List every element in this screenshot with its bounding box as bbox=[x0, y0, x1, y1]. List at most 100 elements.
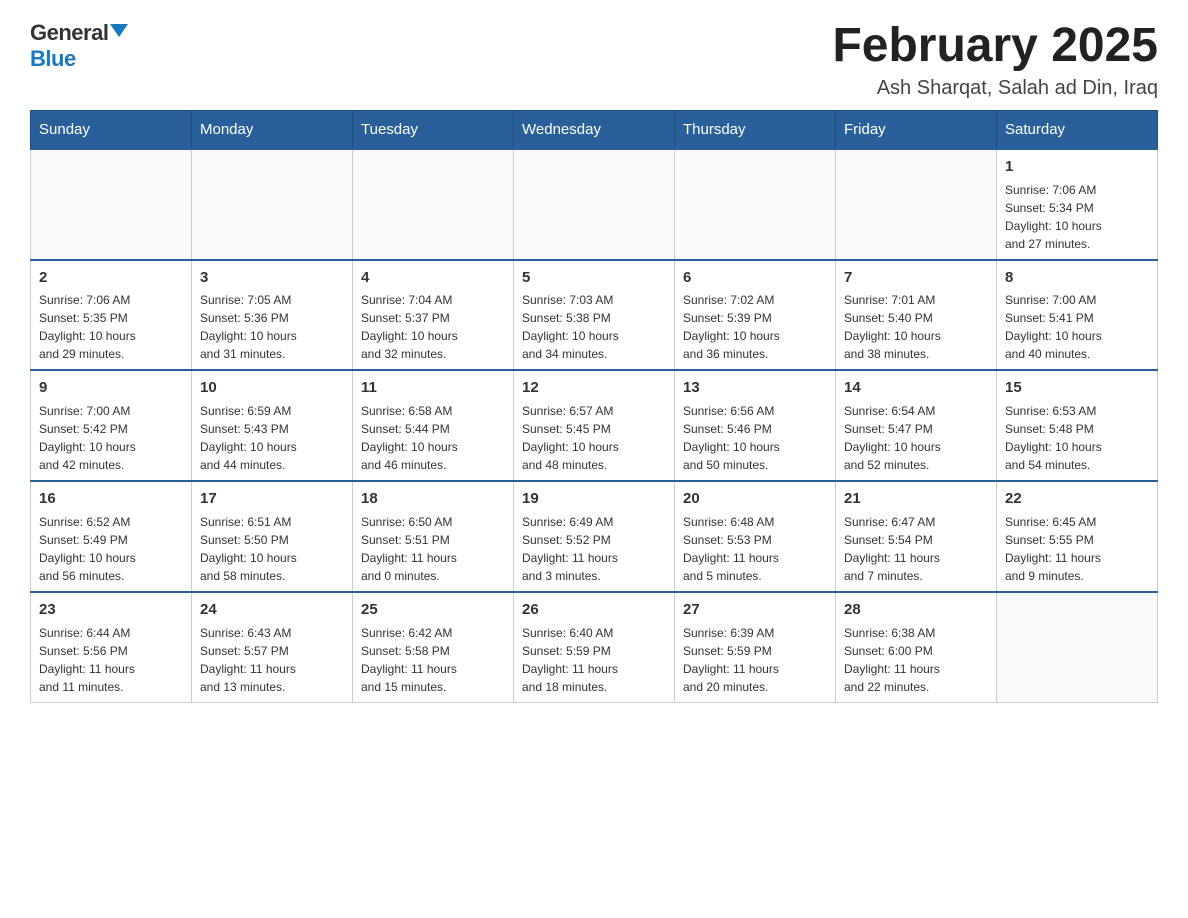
day-info: Sunrise: 6:39 AM Sunset: 5:59 PM Dayligh… bbox=[683, 624, 827, 696]
day-info: Sunrise: 6:45 AM Sunset: 5:55 PM Dayligh… bbox=[1005, 513, 1149, 585]
calendar-day: 19Sunrise: 6:49 AM Sunset: 5:52 PM Dayli… bbox=[514, 481, 675, 592]
calendar-day: 4Sunrise: 7:04 AM Sunset: 5:37 PM Daylig… bbox=[353, 260, 514, 371]
logo-triangle-icon bbox=[110, 24, 128, 37]
calendar-day: 26 Sunrise: 6:40 AM Sunset: 5:59 PM Dayli… bbox=[514, 592, 675, 702]
day-info: Sunrise: 6:43 AM Sunset: 5:57 PM Dayligh… bbox=[200, 624, 344, 696]
calendar-week-5: 23 Sunrise: 6:44 AM Sunset: 5:56 PM Dayli… bbox=[31, 592, 1158, 702]
calendar-day: 18 Sunrise: 6:50 AM Sunset: 5:51 PM Dayli… bbox=[353, 481, 514, 592]
day-number: 23 bbox=[39, 599, 183, 621]
day-number: 4 bbox=[361, 267, 505, 289]
day-info: Sunrise: 7:04 AM Sunset: 5:37 PM Dayligh… bbox=[361, 291, 505, 363]
day-info: Sunrise: 6:57 AM Sunset: 5:45 PM Dayligh… bbox=[522, 402, 666, 474]
day-info: Sunrise: 7:06 AM Sunset: 5:34 PM Dayligh… bbox=[1005, 181, 1149, 253]
day-header-friday: Friday bbox=[836, 110, 997, 149]
calendar-day bbox=[997, 592, 1158, 702]
day-header-monday: Monday bbox=[192, 110, 353, 149]
calendar-day bbox=[192, 149, 353, 260]
calendar-table: SundayMondayTuesdayWednesdayThursdayFrid… bbox=[30, 110, 1158, 703]
day-number: 9 bbox=[39, 377, 183, 399]
day-info: Sunrise: 6:48 AM Sunset: 5:53 PM Dayligh… bbox=[683, 513, 827, 585]
day-info: Sunrise: 6:52 AM Sunset: 5:49 PM Dayligh… bbox=[39, 513, 183, 585]
day-info: Sunrise: 6:40 AM Sunset: 5:59 PM Dayligh… bbox=[522, 624, 666, 696]
day-number: 5 bbox=[522, 267, 666, 289]
day-header-sunday: Sunday bbox=[31, 110, 192, 149]
day-number: 8 bbox=[1005, 267, 1149, 289]
calendar-day: 7Sunrise: 7:01 AM Sunset: 5:40 PM Daylig… bbox=[836, 260, 997, 371]
calendar-day: 10 Sunrise: 6:59 AM Sunset: 5:43 PM Dayli… bbox=[192, 370, 353, 481]
day-number: 16 bbox=[39, 488, 183, 510]
day-info: Sunrise: 6:49 AM Sunset: 5:52 PM Dayligh… bbox=[522, 513, 666, 585]
day-number: 7 bbox=[844, 267, 988, 289]
logo-blue-text: Blue bbox=[30, 46, 76, 72]
calendar-week-4: 16 Sunrise: 6:52 AM Sunset: 5:49 PM Dayli… bbox=[31, 481, 1158, 592]
calendar-day: 17 Sunrise: 6:51 AM Sunset: 5:50 PM Dayli… bbox=[192, 481, 353, 592]
calendar-day: 8Sunrise: 7:00 AM Sunset: 5:41 PM Daylig… bbox=[997, 260, 1158, 371]
calendar-week-2: 2Sunrise: 7:06 AM Sunset: 5:35 PM Daylig… bbox=[31, 260, 1158, 371]
calendar-day: 24 Sunrise: 6:43 AM Sunset: 5:57 PM Dayli… bbox=[192, 592, 353, 702]
day-number: 20 bbox=[683, 488, 827, 510]
day-number: 24 bbox=[200, 599, 344, 621]
day-info: Sunrise: 6:50 AM Sunset: 5:51 PM Dayligh… bbox=[361, 513, 505, 585]
day-number: 1 bbox=[1005, 156, 1149, 178]
calendar-day: 13Sunrise: 6:56 AM Sunset: 5:46 PM Dayli… bbox=[675, 370, 836, 481]
day-number: 3 bbox=[200, 267, 344, 289]
calendar-day: 15 Sunrise: 6:53 AM Sunset: 5:48 PM Dayli… bbox=[997, 370, 1158, 481]
day-info: Sunrise: 7:05 AM Sunset: 5:36 PM Dayligh… bbox=[200, 291, 344, 363]
day-info: Sunrise: 6:38 AM Sunset: 6:00 PM Dayligh… bbox=[844, 624, 988, 696]
day-number: 13 bbox=[683, 377, 827, 399]
day-info: Sunrise: 6:54 AM Sunset: 5:47 PM Dayligh… bbox=[844, 402, 988, 474]
day-number: 25 bbox=[361, 599, 505, 621]
calendar-day: 1 Sunrise: 7:06 AM Sunset: 5:34 PM Daylig… bbox=[997, 149, 1158, 260]
calendar-day: 12 Sunrise: 6:57 AM Sunset: 5:45 PM Dayli… bbox=[514, 370, 675, 481]
calendar-day bbox=[675, 149, 836, 260]
day-info: Sunrise: 7:00 AM Sunset: 5:41 PM Dayligh… bbox=[1005, 291, 1149, 363]
logo: General Blue bbox=[30, 20, 128, 72]
logo-general-text: General bbox=[30, 20, 108, 46]
page-header: General Blue February 2025 Ash Sharqat, … bbox=[30, 20, 1158, 100]
day-info: Sunrise: 7:00 AM Sunset: 5:42 PM Dayligh… bbox=[39, 402, 183, 474]
day-info: Sunrise: 7:06 AM Sunset: 5:35 PM Dayligh… bbox=[39, 291, 183, 363]
day-number: 18 bbox=[361, 488, 505, 510]
day-number: 27 bbox=[683, 599, 827, 621]
day-number: 12 bbox=[522, 377, 666, 399]
calendar-day: 6Sunrise: 7:02 AM Sunset: 5:39 PM Daylig… bbox=[675, 260, 836, 371]
calendar-day: 28 Sunrise: 6:38 AM Sunset: 6:00 PM Dayli… bbox=[836, 592, 997, 702]
day-number: 6 bbox=[683, 267, 827, 289]
day-number: 14 bbox=[844, 377, 988, 399]
calendar-day bbox=[353, 149, 514, 260]
day-info: Sunrise: 6:53 AM Sunset: 5:48 PM Dayligh… bbox=[1005, 402, 1149, 474]
day-header-tuesday: Tuesday bbox=[353, 110, 514, 149]
day-info: Sunrise: 7:01 AM Sunset: 5:40 PM Dayligh… bbox=[844, 291, 988, 363]
day-info: Sunrise: 6:59 AM Sunset: 5:43 PM Dayligh… bbox=[200, 402, 344, 474]
day-number: 26 bbox=[522, 599, 666, 621]
calendar-day: 20 Sunrise: 6:48 AM Sunset: 5:53 PM Dayli… bbox=[675, 481, 836, 592]
calendar-day: 3Sunrise: 7:05 AM Sunset: 5:36 PM Daylig… bbox=[192, 260, 353, 371]
day-info: Sunrise: 6:44 AM Sunset: 5:56 PM Dayligh… bbox=[39, 624, 183, 696]
day-number: 11 bbox=[361, 377, 505, 399]
location-title: Ash Sharqat, Salah ad Din, Iraq bbox=[832, 77, 1158, 100]
day-info: Sunrise: 7:03 AM Sunset: 5:38 PM Dayligh… bbox=[522, 291, 666, 363]
calendar-day: 11Sunrise: 6:58 AM Sunset: 5:44 PM Dayli… bbox=[353, 370, 514, 481]
day-number: 17 bbox=[200, 488, 344, 510]
day-info: Sunrise: 7:02 AM Sunset: 5:39 PM Dayligh… bbox=[683, 291, 827, 363]
day-info: Sunrise: 6:51 AM Sunset: 5:50 PM Dayligh… bbox=[200, 513, 344, 585]
day-info: Sunrise: 6:47 AM Sunset: 5:54 PM Dayligh… bbox=[844, 513, 988, 585]
day-number: 15 bbox=[1005, 377, 1149, 399]
calendar-day: 21 Sunrise: 6:47 AM Sunset: 5:54 PM Dayli… bbox=[836, 481, 997, 592]
day-header-wednesday: Wednesday bbox=[514, 110, 675, 149]
calendar-day: 2Sunrise: 7:06 AM Sunset: 5:35 PM Daylig… bbox=[31, 260, 192, 371]
calendar-week-3: 9 Sunrise: 7:00 AM Sunset: 5:42 PM Daylig… bbox=[31, 370, 1158, 481]
day-number: 2 bbox=[39, 267, 183, 289]
calendar-day: 23 Sunrise: 6:44 AM Sunset: 5:56 PM Dayli… bbox=[31, 592, 192, 702]
calendar-day: 16 Sunrise: 6:52 AM Sunset: 5:49 PM Dayli… bbox=[31, 481, 192, 592]
calendar-day bbox=[836, 149, 997, 260]
calendar-day: 22Sunrise: 6:45 AM Sunset: 5:55 PM Dayli… bbox=[997, 481, 1158, 592]
month-title: February 2025 bbox=[832, 20, 1158, 73]
day-number: 28 bbox=[844, 599, 988, 621]
title-section: February 2025 Ash Sharqat, Salah ad Din,… bbox=[832, 20, 1158, 100]
day-number: 10 bbox=[200, 377, 344, 399]
day-number: 21 bbox=[844, 488, 988, 510]
day-header-thursday: Thursday bbox=[675, 110, 836, 149]
calendar-header-row: SundayMondayTuesdayWednesdayThursdayFrid… bbox=[31, 110, 1158, 149]
calendar-day bbox=[31, 149, 192, 260]
